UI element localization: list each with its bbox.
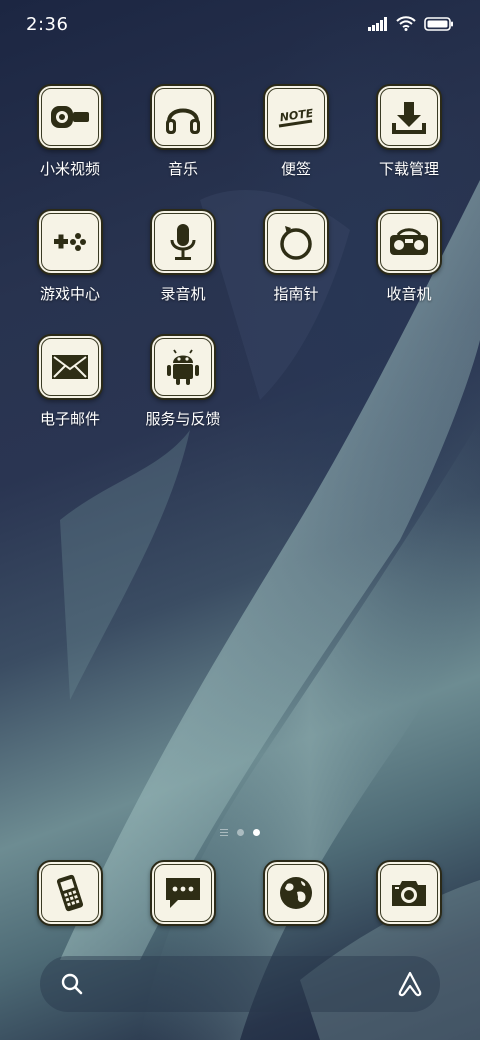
app-tile[interactable] — [37, 209, 103, 275]
page-indicator-menu-icon — [220, 829, 228, 836]
dock-camera[interactable] — [353, 860, 465, 926]
assistant-icon[interactable] — [396, 970, 424, 998]
dock-phone[interactable] — [14, 860, 126, 926]
app-music[interactable]: 音乐 — [127, 84, 239, 179]
app-label: 收音机 — [386, 285, 432, 303]
app-tile[interactable] — [376, 84, 442, 150]
envelope-icon — [52, 355, 88, 379]
app-label: 下载管理 — [378, 160, 439, 178]
app-tile[interactable] — [263, 209, 329, 275]
app-tile[interactable]: NOTE — [263, 84, 329, 150]
dock-browser[interactable] — [240, 860, 352, 926]
app-tile[interactable] — [37, 334, 103, 400]
status-icons — [368, 16, 454, 31]
clock: 2:36 — [26, 14, 69, 35]
app-tile[interactable] — [376, 860, 442, 926]
app-tile[interactable] — [150, 860, 216, 926]
phone-icon — [56, 874, 84, 912]
app-download-manager[interactable]: 下载管理 — [353, 84, 465, 179]
app-label: 服务与反馈 — [145, 410, 221, 428]
video-camera-icon — [51, 106, 89, 128]
status-bar: 2:36 — [0, 0, 480, 52]
app-tile[interactable] — [37, 860, 103, 926]
app-tile[interactable] — [150, 334, 216, 400]
page-dot-active — [253, 829, 260, 836]
page-dot — [237, 829, 244, 836]
page-indicator[interactable] — [0, 829, 480, 836]
app-label: 录音机 — [160, 285, 206, 303]
app-service-feedback[interactable]: 服务与反馈 — [127, 334, 239, 429]
app-notes[interactable]: NOTE 便签 — [240, 84, 352, 179]
app-email[interactable]: 电子邮件 — [14, 334, 126, 429]
search-bar[interactable] — [40, 956, 440, 1012]
message-icon — [166, 878, 200, 908]
app-recorder[interactable]: 录音机 — [127, 209, 239, 304]
camera-icon — [392, 881, 426, 906]
dock-messages[interactable] — [127, 860, 239, 926]
battery-icon — [424, 16, 453, 31]
headphones-icon — [166, 108, 200, 134]
app-game-center[interactable]: 游戏中心 — [14, 209, 126, 304]
android-icon — [167, 349, 199, 385]
app-label: 电子邮件 — [39, 410, 100, 428]
app-label: 小米视频 — [39, 160, 100, 178]
compass-icon — [280, 226, 312, 260]
app-label: 音乐 — [167, 160, 198, 178]
app-tile[interactable] — [263, 860, 329, 926]
download-icon — [392, 102, 426, 134]
app-tile[interactable] — [376, 209, 442, 275]
search-icon[interactable] — [60, 972, 84, 996]
app-tile[interactable] — [150, 209, 216, 275]
wifi-icon — [396, 16, 416, 31]
app-xiaomi-video[interactable]: 小米视频 — [14, 84, 126, 179]
app-label: 便签 — [280, 160, 311, 178]
signal-icon — [368, 16, 387, 31]
globe-icon — [280, 877, 312, 909]
microphone-icon — [170, 224, 196, 260]
note-icon: NOTE — [278, 107, 315, 128]
gamepad-icon — [54, 233, 86, 251]
app-radio[interactable]: 收音机 — [353, 209, 465, 304]
app-label: 指南针 — [273, 285, 319, 303]
app-tile[interactable] — [37, 84, 103, 150]
app-label: 游戏中心 — [39, 285, 100, 303]
app-compass[interactable]: 指南针 — [240, 209, 352, 304]
radio-icon — [390, 228, 428, 255]
app-tile[interactable] — [150, 84, 216, 150]
